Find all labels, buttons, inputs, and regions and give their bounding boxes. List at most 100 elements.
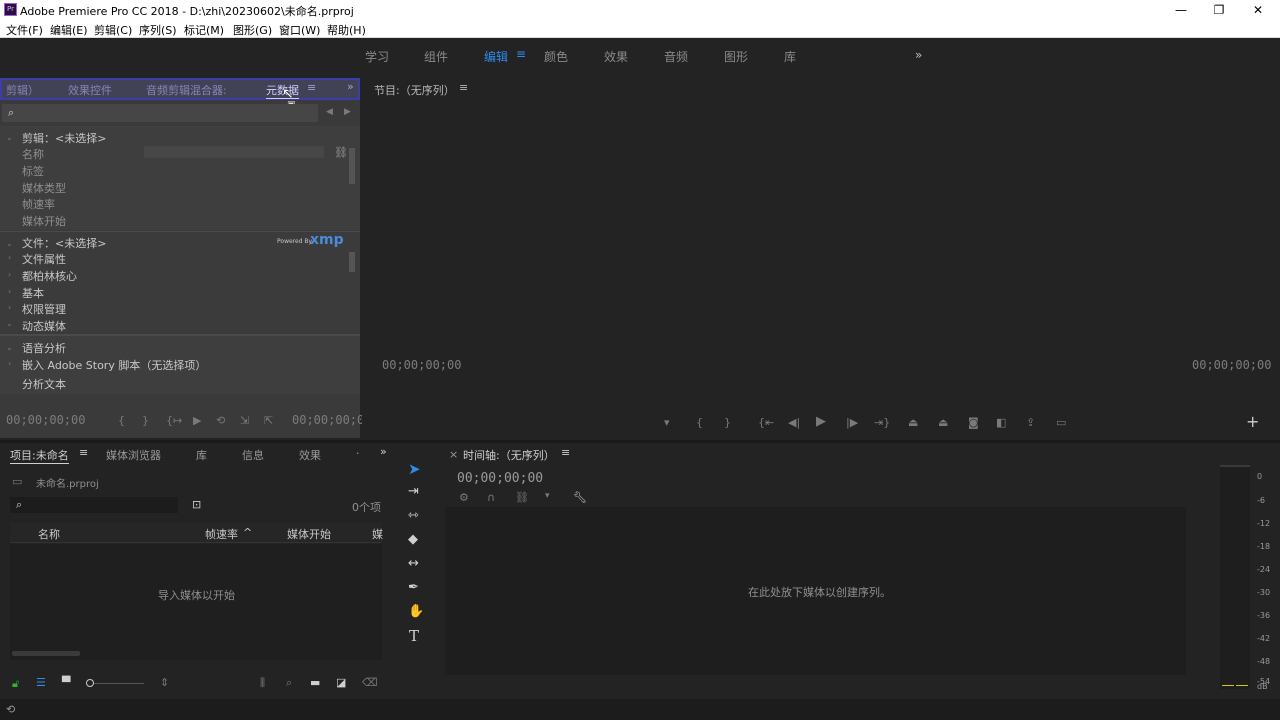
clip-scrollbar[interactable] <box>349 148 355 184</box>
column-media-start[interactable]: 媒体开始 <box>287 526 331 542</box>
lift-icon[interactable]: ⏏ <box>908 416 918 429</box>
find-icon[interactable]: ⌕ <box>286 676 292 690</box>
minimize-icon[interactable]: — <box>1166 2 1196 18</box>
play-icon[interactable]: ▶ <box>816 414 826 429</box>
menu-edit[interactable]: 编辑(E) <box>50 22 88 38</box>
workspace-graphics[interactable]: 图形 <box>724 48 748 65</box>
menu-marker[interactable]: 标记(M) <box>184 22 224 38</box>
menu-clip[interactable]: 剪辑(C) <box>94 22 132 38</box>
insert-icon[interactable]: ⇲ <box>240 414 249 427</box>
list-view-icon[interactable]: ☰ <box>36 676 46 689</box>
trash-icon[interactable]: ⌫ <box>362 676 378 689</box>
razor-tool-icon[interactable]: ◆ <box>408 532 418 547</box>
hand-tool-icon[interactable]: ✋ <box>408 604 424 619</box>
tab-project[interactable]: 项目:未命名 <box>10 447 69 464</box>
timeline-timecode[interactable]: 00;00;00;00 <box>457 471 543 486</box>
toggle-proxies-icon[interactable]: ▭ <box>1056 416 1066 429</box>
export-frame-icon[interactable]: ⇪ <box>1026 416 1035 429</box>
timeline-close-icon[interactable]: × <box>449 448 458 461</box>
status-icon[interactable]: ⟲ <box>6 703 15 716</box>
program-monitor-menu-icon[interactable]: ≡ <box>459 81 468 94</box>
workspace-editing[interactable]: 编辑 <box>484 48 508 65</box>
project-search-input[interactable] <box>10 497 178 513</box>
field-name-input[interactable] <box>144 146 324 158</box>
menu-sequence[interactable]: 序列(S) <box>139 22 177 38</box>
menu-help[interactable]: 帮助(H) <box>327 22 366 38</box>
bracket-out-icon[interactable]: } <box>142 414 149 427</box>
tab-media-browser[interactable]: 媒体浏览器 <box>106 447 161 463</box>
zoom-slider[interactable] <box>88 683 144 684</box>
sort-icons-icon[interactable]: ⇕ <box>160 676 169 689</box>
add-marker-icon[interactable]: ▾ <box>545 491 550 501</box>
workspace-overflow-icon[interactable]: » <box>915 48 922 62</box>
menu-graphics[interactable]: 图形(G) <box>233 22 272 38</box>
group-file-properties[interactable]: 文件属性 <box>22 251 66 267</box>
metadata-search-input[interactable] <box>2 104 318 122</box>
embed-story-script[interactable]: 嵌入 Adobe Story 脚本（无选择项） <box>22 357 206 373</box>
overwrite-icon[interactable]: ⇱ <box>264 414 273 427</box>
project-hscrollbar[interactable] <box>12 651 80 656</box>
menu-file[interactable]: 文件(F) <box>6 22 43 38</box>
extract-icon[interactable]: ⏏ <box>938 416 948 429</box>
workspace-color[interactable]: 颜色 <box>544 48 568 65</box>
sort-asc-icon[interactable]: ^ <box>243 526 252 539</box>
tab-effects[interactable]: 效果 <box>299 447 321 463</box>
go-to-in-icon[interactable]: {↦ <box>166 414 182 427</box>
panel-overflow-icon[interactable]: » <box>347 80 354 93</box>
project-overflow-icon[interactable]: » <box>380 445 387 458</box>
tab-info[interactable]: 信息 <box>242 447 264 463</box>
go-to-out-icon[interactable]: ⇥} <box>874 416 890 429</box>
add-button-icon[interactable]: + <box>1246 412 1259 431</box>
loop-icon[interactable]: ⟲ <box>216 414 225 427</box>
tab-libraries[interactable]: 库 <box>196 447 207 463</box>
maximize-icon[interactable]: ❐ <box>1204 2 1234 18</box>
pen-tool-icon[interactable]: ✒ <box>408 580 419 595</box>
mark-out-icon[interactable]: } <box>724 416 731 429</box>
analyze-text[interactable]: 分析文本 <box>22 376 66 392</box>
bracket-in-icon[interactable]: { <box>118 414 125 427</box>
snap-icon[interactable]: ∩ <box>487 491 495 504</box>
tab-clip-partial[interactable]: 剪辑） <box>6 82 39 98</box>
file-scrollbar[interactable] <box>349 252 355 272</box>
workspace-learn[interactable]: 学习 <box>365 48 389 65</box>
go-to-in-icon[interactable]: {⇤ <box>758 416 774 429</box>
workspace-libraries[interactable]: 库 <box>784 48 796 65</box>
close-icon[interactable]: ✕ <box>1243 2 1273 18</box>
workspace-audio[interactable]: 音频 <box>664 48 688 65</box>
panel-menu-icon[interactable]: ≡ <box>307 81 316 94</box>
group-basic[interactable]: 基本 <box>22 285 44 301</box>
automate-to-sequence-icon[interactable]: ⫼ <box>260 676 265 690</box>
step-forward-icon[interactable]: |▶ <box>846 416 858 429</box>
new-item-icon[interactable]: ◪ <box>336 676 346 689</box>
next-arrow-icon[interactable]: ▶ <box>344 107 351 117</box>
column-media-partial[interactable]: 媒 <box>372 526 383 542</box>
project-menu-icon[interactable]: ≡ <box>79 446 88 459</box>
step-back-icon[interactable]: ◀| <box>788 416 800 429</box>
nest-icon[interactable]: ⚙ <box>459 491 469 504</box>
new-bin-icon[interactable]: ▬ <box>310 676 320 689</box>
icon-view-icon[interactable]: ▀ <box>62 676 70 689</box>
workspace-menu-icon[interactable]: ≡ <box>516 47 526 61</box>
group-dublin-core[interactable]: 都柏林核心 <box>22 268 77 284</box>
workspace-assembly[interactable]: 组件 <box>424 48 448 65</box>
mark-in-icon[interactable]: { <box>696 416 703 429</box>
tab-effect-controls[interactable]: 效果控件 <box>68 82 112 98</box>
linked-selection-icon[interactable]: ⛓ <box>515 491 529 504</box>
play-icon[interactable]: ▶ <box>193 414 201 427</box>
link-off-icon[interactable]: ⛓ <box>334 146 348 159</box>
timeline-menu-icon[interactable]: ≡ <box>561 446 570 459</box>
program-tc-left[interactable]: 00;00;00;00 <box>382 358 461 372</box>
track-select-tool-icon[interactable]: ⇥ <box>408 484 419 499</box>
camera-icon[interactable]: ◙ <box>968 416 979 429</box>
new-search-bin-icon[interactable]: ⊡ <box>192 498 201 511</box>
wrench-icon[interactable]: 🔧︎ <box>573 491 587 504</box>
selection-tool-icon[interactable]: ➤ <box>408 460 421 478</box>
program-video-area[interactable] <box>362 98 1280 362</box>
tab-more[interactable]: · <box>356 447 360 460</box>
ripple-edit-tool-icon[interactable]: ⇿ <box>408 508 419 523</box>
collapse-speech-icon[interactable]: ⌄ <box>6 343 13 352</box>
type-tool-icon[interactable]: T <box>409 627 419 645</box>
column-name[interactable]: 名称 <box>38 526 60 542</box>
collapse-file-icon[interactable]: ⌄ <box>6 239 13 248</box>
prev-arrow-icon[interactable]: ◀ <box>326 107 333 117</box>
